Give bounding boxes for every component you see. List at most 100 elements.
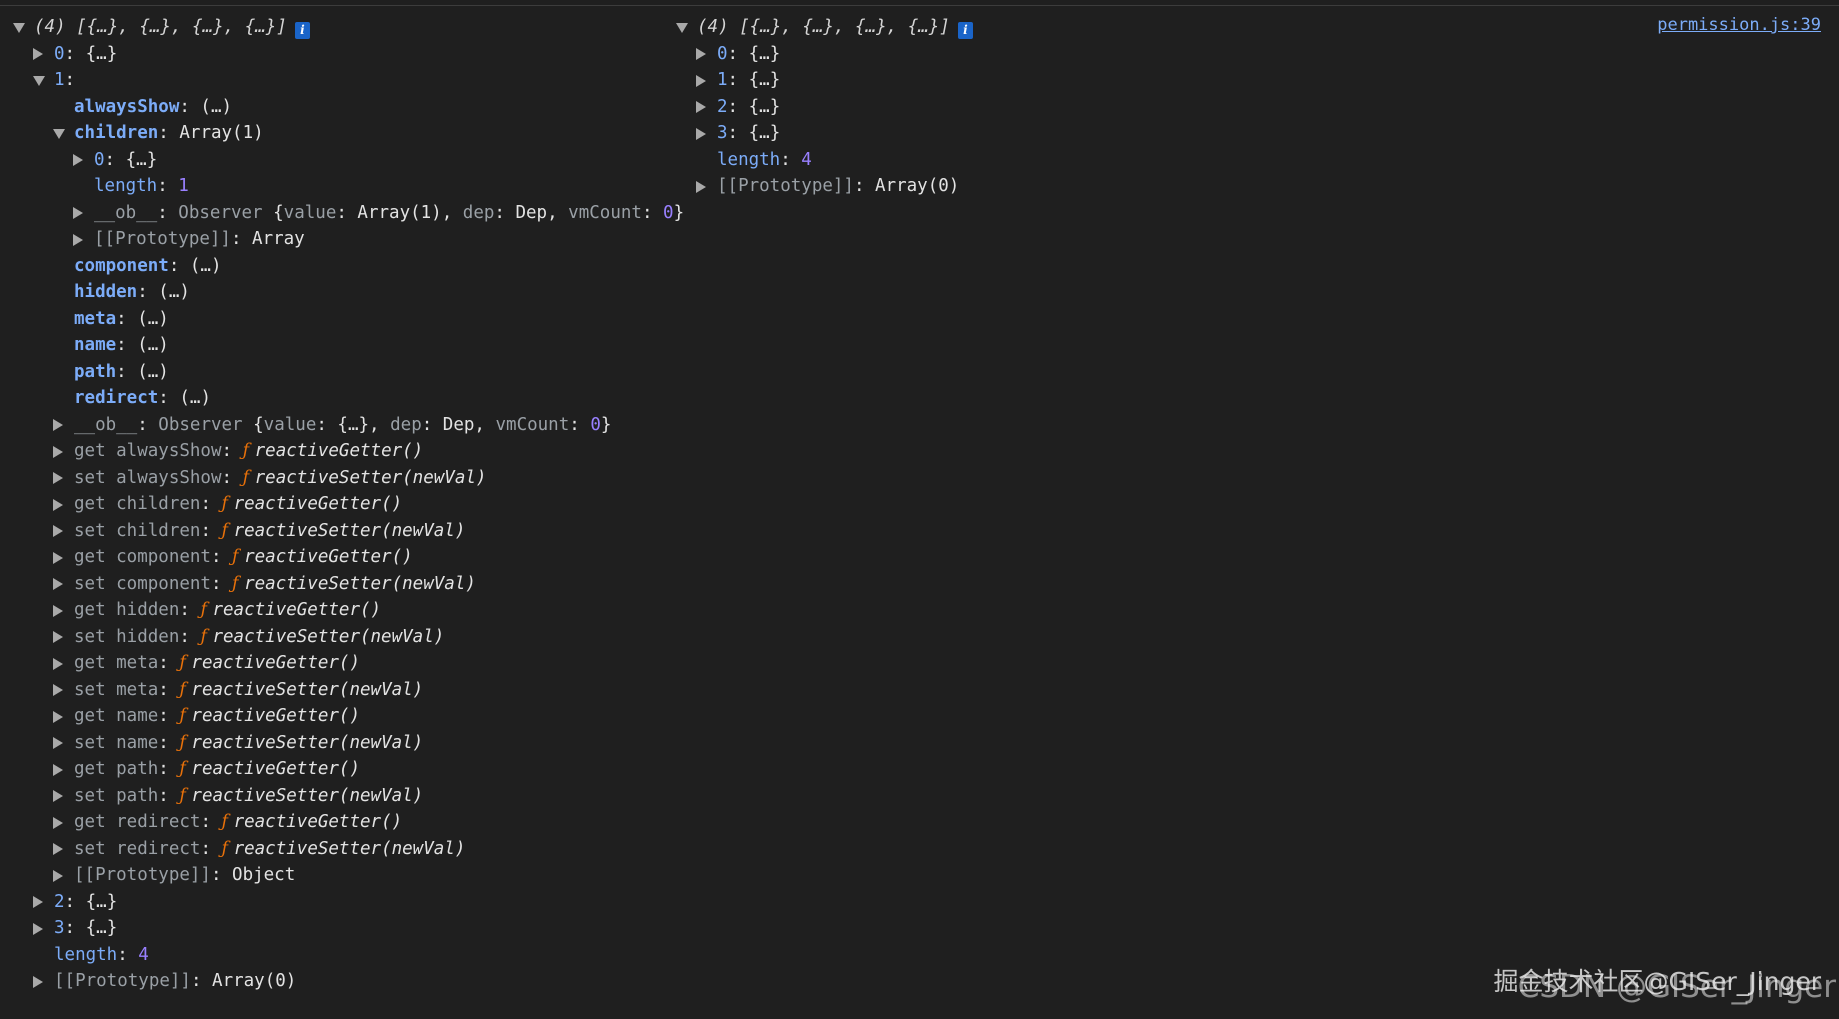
tree-row[interactable]: 0: {…}: [12, 41, 692, 68]
expand-triangle-right-icon[interactable]: [53, 445, 63, 458]
tree-row[interactable]: (4) [{…}, {…}, {…}, {…}] i: [12, 14, 692, 41]
expand-triangle-right-icon[interactable]: [73, 154, 83, 166]
info-icon[interactable]: i: [957, 22, 973, 39]
tree-token: ƒ: [179, 785, 192, 806]
tree-row[interactable]: get name: ƒ reactiveGetter(): [12, 703, 692, 730]
expand-triangle-right-icon[interactable]: [33, 896, 43, 908]
tree-row[interactable]: 1:: [12, 67, 692, 94]
tree-row-text: get hidden: ƒ reactiveGetter(): [74, 597, 381, 624]
expand-triangle-right-icon[interactable]: [73, 207, 83, 219]
tree-token: : Dep,: [494, 202, 569, 223]
tree-row[interactable]: 0: {…}: [675, 41, 1275, 68]
tree-row[interactable]: get children: ƒ reactiveGetter(): [12, 491, 692, 518]
tree-row[interactable]: [[Prototype]]: Array: [12, 226, 692, 253]
tree-token: :: [569, 414, 591, 435]
tree-token: :: [200, 812, 222, 832]
expand-triangle-down-icon[interactable]: [33, 76, 45, 86]
expand-triangle-right-icon[interactable]: [73, 233, 83, 246]
tree-row-text: 3: {…}: [54, 915, 117, 942]
tree-token: :: [200, 838, 222, 859]
expand-triangle-right-icon[interactable]: [33, 975, 43, 988]
expand-triangle-right-icon[interactable]: [696, 101, 706, 113]
expand-triangle-right-icon[interactable]: [696, 74, 706, 87]
tree-token: 0: [54, 43, 65, 64]
tree-token: ƒ: [221, 838, 234, 859]
source-file-link[interactable]: permission.js:39: [1657, 14, 1821, 36]
tree-token: (4) [{…}, {…}, {…}, {…}]: [697, 17, 950, 37]
tree-token: : {…}: [64, 918, 118, 938]
tree-row[interactable]: 3: {…}: [675, 120, 1275, 147]
info-icon[interactable]: i: [294, 22, 310, 39]
tree-row[interactable]: 0: {…}: [12, 147, 692, 174]
tree-row[interactable]: (4) [{…}, {…}, {…}, {…}] i: [675, 14, 1275, 41]
expand-triangle-right-icon[interactable]: [53, 790, 63, 802]
tree-row[interactable]: 3: {…}: [12, 915, 692, 942]
expand-triangle-right-icon[interactable]: [53, 525, 63, 537]
tree-row-text: get redirect: ƒ reactiveGetter(): [74, 809, 402, 836]
tree-token: :: [117, 944, 139, 965]
tree-row-text: [[Prototype]]: Object: [74, 862, 295, 889]
tree-row[interactable]: get hidden: ƒ reactiveGetter(): [12, 597, 692, 624]
tree-token: : {…},: [316, 414, 391, 435]
expand-triangle-right-icon[interactable]: [53, 631, 63, 643]
expand-triangle-down-icon[interactable]: [53, 129, 65, 139]
tree-row[interactable]: get redirect: ƒ reactiveGetter(): [12, 809, 692, 836]
expand-triangle-right-icon[interactable]: [33, 48, 43, 60]
tree-row[interactable]: set children: ƒ reactiveSetter(newVal): [12, 518, 692, 545]
tree-row[interactable]: set path: ƒ reactiveSetter(newVal): [12, 783, 692, 810]
tree-row[interactable]: set component: ƒ reactiveSetter(newVal): [12, 571, 692, 598]
tree-row-text: component: (…): [74, 253, 222, 280]
tree-row[interactable]: 2: {…}: [675, 94, 1275, 121]
tree-row[interactable]: set hidden: ƒ reactiveSetter(newVal): [12, 624, 692, 651]
console-log-tree-left: (4) [{…}, {…}, {…}, {…}] i 0: {…} 1: alwaysS…: [12, 14, 692, 995]
tree-token: ƒ: [242, 467, 255, 488]
expand-triangle-down-icon[interactable]: [13, 23, 25, 33]
tree-row-text: length: 1: [94, 173, 189, 200]
expand-triangle-right-icon[interactable]: [53, 419, 63, 431]
expand-triangle-right-icon[interactable]: [33, 922, 43, 935]
tree-row[interactable]: __ob__: Observer {value: Array(1), dep: …: [12, 200, 692, 227]
tree-row-text: get name: ƒ reactiveGetter(): [74, 703, 360, 730]
tree-row[interactable]: [[Prototype]]: Object: [12, 862, 692, 889]
expand-triangle-right-icon[interactable]: [53, 551, 63, 564]
expand-triangle-right-icon[interactable]: [53, 816, 63, 829]
tree-row[interactable]: [[Prototype]]: Array(0): [675, 173, 1275, 200]
tree-token: : {…}: [64, 43, 118, 64]
tree-token: :: [158, 706, 180, 726]
tree-row[interactable]: set alwaysShow: ƒ reactiveSetter(newVal): [12, 465, 692, 492]
tree-row-text: 0: {…}: [54, 41, 117, 68]
expand-triangle-right-icon[interactable]: [696, 48, 706, 60]
expand-triangle-right-icon[interactable]: [53, 498, 63, 511]
tree-token: meta: [74, 308, 117, 329]
console-divider: [0, 5, 1839, 6]
tree-row[interactable]: set redirect: ƒ reactiveSetter(newVal): [12, 836, 692, 863]
tree-row[interactable]: 1: {…}: [675, 67, 1275, 94]
tree-row[interactable]: get component: ƒ reactiveGetter(): [12, 544, 692, 571]
expand-triangle-right-icon[interactable]: [53, 472, 63, 484]
expand-triangle-right-icon[interactable]: [53, 737, 63, 749]
tree-row[interactable]: get meta: ƒ reactiveGetter(): [12, 650, 692, 677]
tree-row[interactable]: get alwaysShow: ƒ reactiveGetter(): [12, 438, 692, 465]
expand-triangle-right-icon[interactable]: [53, 843, 63, 855]
tree-row: hidden: (…): [12, 279, 692, 306]
tree-row[interactable]: [[Prototype]]: Array(0): [12, 968, 692, 995]
expand-triangle-right-icon[interactable]: [53, 578, 63, 590]
tree-token: reactiveGetter(): [254, 441, 424, 461]
expand-triangle-right-icon[interactable]: [53, 604, 63, 617]
expand-triangle-right-icon[interactable]: [53, 657, 63, 670]
tree-row[interactable]: children: Array(1): [12, 120, 692, 147]
tree-token: : (…): [168, 255, 222, 276]
tree-row[interactable]: get path: ƒ reactiveGetter(): [12, 756, 692, 783]
tree-row-text: get path: ƒ reactiveGetter(): [74, 756, 360, 783]
tree-row[interactable]: set meta: ƒ reactiveSetter(newVal): [12, 677, 692, 704]
expand-triangle-right-icon[interactable]: [696, 180, 706, 193]
tree-row[interactable]: set name: ƒ reactiveSetter(newVal): [12, 730, 692, 757]
tree-row[interactable]: __ob__: Observer {value: {…}, dep: Dep, …: [12, 412, 692, 439]
expand-triangle-right-icon[interactable]: [696, 127, 706, 140]
expand-triangle-down-icon[interactable]: [676, 23, 688, 33]
expand-triangle-right-icon[interactable]: [53, 684, 63, 696]
expand-triangle-right-icon[interactable]: [53, 763, 63, 776]
expand-triangle-right-icon[interactable]: [53, 710, 63, 723]
expand-triangle-right-icon[interactable]: [53, 869, 63, 882]
tree-row[interactable]: 2: {…}: [12, 889, 692, 916]
